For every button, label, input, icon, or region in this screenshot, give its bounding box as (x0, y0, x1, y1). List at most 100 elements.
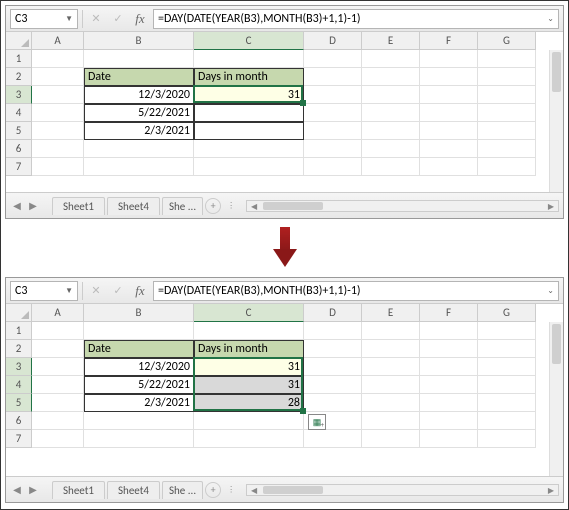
cell-A1[interactable] (32, 50, 84, 68)
cell-G7[interactable] (478, 158, 536, 176)
cell-C2[interactable]: Days in month (194, 68, 304, 86)
cell-D6[interactable] (304, 140, 362, 158)
cell-F5[interactable] (420, 122, 478, 140)
cell-C3[interactable]: 31 (194, 358, 304, 376)
cell-C6[interactable] (194, 140, 304, 158)
chevron-down-icon[interactable]: ▼ (65, 14, 73, 24)
row-header-4[interactable]: 4 (6, 376, 32, 394)
horizontal-scrollbar[interactable]: ◀▶ (246, 200, 559, 212)
cell-B1[interactable] (84, 322, 194, 340)
vertical-scrollbar[interactable] (549, 322, 563, 476)
cell-E5[interactable] (362, 122, 420, 140)
column-header-e[interactable]: E (362, 304, 420, 322)
cell-F4[interactable] (420, 376, 478, 394)
column-header-d[interactable]: D (304, 304, 362, 322)
cell-E1[interactable] (362, 50, 420, 68)
cell-A7[interactable] (32, 158, 84, 176)
cell-E6[interactable] (362, 140, 420, 158)
fill-handle[interactable] (300, 408, 306, 414)
cell-D4[interactable] (304, 376, 362, 394)
cell-B7[interactable] (84, 158, 194, 176)
cell-D4[interactable] (304, 104, 362, 122)
cell-B6[interactable] (84, 140, 194, 158)
cell-A1[interactable] (32, 322, 84, 340)
column-header-g[interactable]: G (478, 304, 536, 322)
cell-D5[interactable] (304, 122, 362, 140)
cancel-icon[interactable]: ✕ (87, 10, 105, 28)
cell-C1[interactable] (194, 322, 304, 340)
row-header-5[interactable]: 5 (6, 394, 32, 412)
cell-F1[interactable] (420, 50, 478, 68)
row-header-7[interactable]: 7 (6, 158, 32, 176)
cell-E2[interactable] (362, 68, 420, 86)
cell-G2[interactable] (478, 340, 536, 358)
cell-B2[interactable]: Date (84, 68, 194, 86)
cancel-icon[interactable]: ✕ (87, 282, 105, 300)
add-sheet-icon[interactable]: + (205, 482, 221, 498)
column-header-c[interactable]: C (194, 32, 304, 50)
cell-G6[interactable] (478, 412, 536, 430)
row-header-1[interactable]: 1 (6, 50, 32, 68)
row-header-1[interactable]: 1 (6, 322, 32, 340)
cell-F1[interactable] (420, 322, 478, 340)
formula-input[interactable]: =DAY(DATE(YEAR(B3),MONTH(B3)+1,1)-1) ⌄ (153, 281, 559, 301)
tab-prev-icon[interactable]: ◀ (10, 199, 24, 213)
cell-G2[interactable] (478, 68, 536, 86)
select-all-corner[interactable] (6, 304, 32, 322)
cell-E6[interactable] (362, 412, 420, 430)
column-header-f[interactable]: F (420, 32, 478, 50)
cell-C1[interactable] (194, 50, 304, 68)
cell-G4[interactable] (478, 376, 536, 394)
grid-bottom[interactable]: ABCDEFG 12DateDays in month312/3/2020314… (6, 304, 563, 476)
formula-input[interactable]: =DAY(DATE(YEAR(B3),MONTH(B3)+1,1)-1) ⌄ (153, 9, 559, 29)
vertical-scrollbar[interactable] (549, 50, 563, 192)
cell-C5[interactable] (194, 122, 304, 140)
cell-C7[interactable] (194, 158, 304, 176)
cell-F4[interactable] (420, 104, 478, 122)
cell-E3[interactable] (362, 358, 420, 376)
tab-sheet4[interactable]: Sheet4 (107, 481, 160, 499)
expand-formula-icon[interactable]: ⌄ (547, 286, 554, 296)
cell-G4[interactable] (478, 104, 536, 122)
cell-E4[interactable] (362, 104, 420, 122)
cell-B2[interactable]: Date (84, 340, 194, 358)
cell-A3[interactable] (32, 358, 84, 376)
cell-C4[interactable]: 31 (194, 376, 304, 394)
cell-D3[interactable] (304, 86, 362, 104)
column-header-g[interactable]: G (478, 32, 536, 50)
expand-formula-icon[interactable]: ⌄ (547, 14, 554, 24)
cell-G6[interactable] (478, 140, 536, 158)
tab-sheet4[interactable]: Sheet4 (107, 197, 160, 215)
confirm-icon[interactable]: ✓ (109, 10, 127, 28)
cell-B5[interactable]: 2/3/2021 (84, 122, 194, 140)
cell-G5[interactable] (478, 122, 536, 140)
cell-D1[interactable] (304, 50, 362, 68)
cell-D1[interactable] (304, 322, 362, 340)
cell-A6[interactable] (32, 412, 84, 430)
cell-C5[interactable]: 28 (194, 394, 304, 412)
cell-A4[interactable] (32, 376, 84, 394)
name-box[interactable]: C3 ▼ (10, 281, 78, 301)
column-header-a[interactable]: A (32, 32, 84, 50)
cell-F3[interactable] (420, 358, 478, 376)
cell-B6[interactable] (84, 412, 194, 430)
cell-E3[interactable] (362, 86, 420, 104)
row-header-3[interactable]: 3 (6, 358, 32, 376)
cell-E4[interactable] (362, 376, 420, 394)
cell-D7[interactable] (304, 158, 362, 176)
cell-F6[interactable] (420, 140, 478, 158)
cell-G3[interactable] (478, 86, 536, 104)
cell-D3[interactable] (304, 358, 362, 376)
cell-B4[interactable]: 5/22/2021 (84, 376, 194, 394)
tab-sheet1[interactable]: Sheet1 (52, 481, 105, 499)
cell-C2[interactable]: Days in month (194, 340, 304, 358)
cell-G5[interactable] (478, 394, 536, 412)
cell-F7[interactable] (420, 430, 478, 448)
tab-next-icon[interactable]: ▶ (26, 483, 40, 497)
cell-A7[interactable] (32, 430, 84, 448)
row-header-6[interactable]: 6 (6, 412, 32, 430)
cell-A5[interactable] (32, 122, 84, 140)
fx-icon[interactable]: fx (131, 11, 149, 27)
cell-D7[interactable] (304, 430, 362, 448)
cell-D5[interactable] (304, 394, 362, 412)
